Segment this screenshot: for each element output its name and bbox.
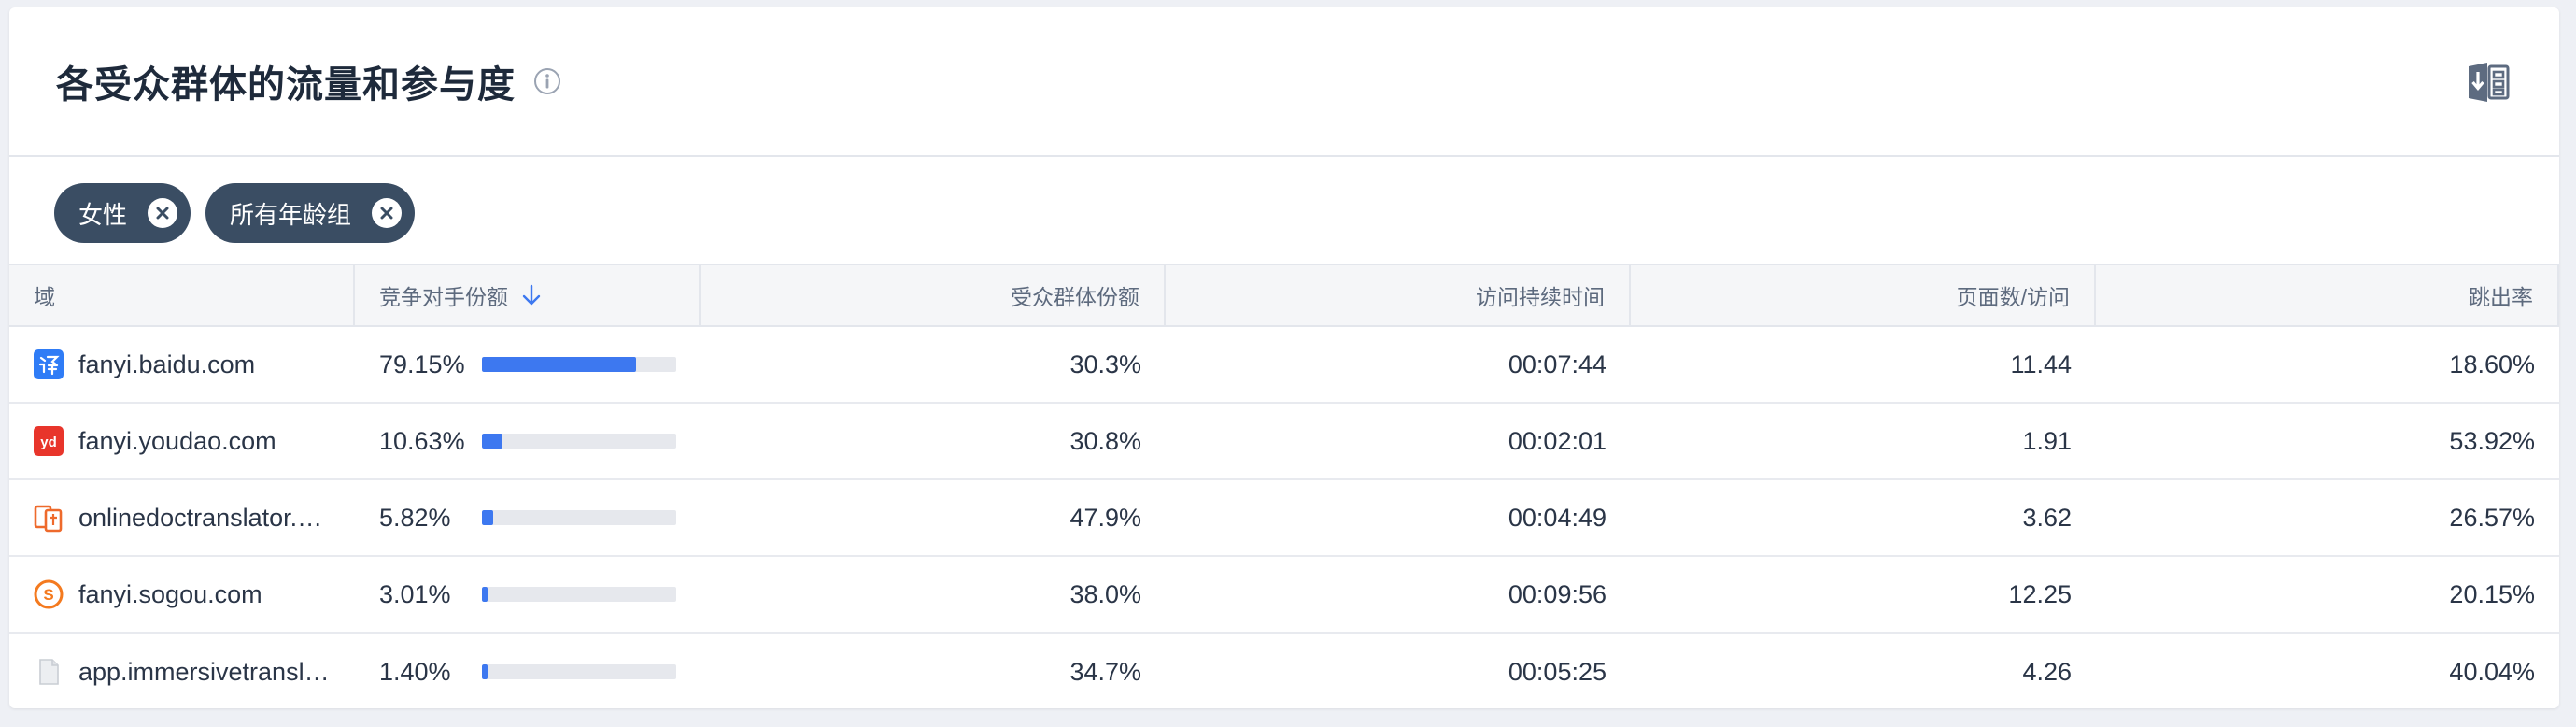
excel-export-icon[interactable] <box>2466 60 2511 105</box>
share-bar-track <box>482 434 676 449</box>
share-bar-track <box>482 357 676 372</box>
domain-link[interactable]: fanyi.sogou.com <box>78 580 262 609</box>
table-row[interactable]: onlinedoctranslator.com 5.82% 47.9% 00:0… <box>9 480 2559 557</box>
share-bar-fill <box>482 664 488 679</box>
domain-cell: yd fanyi.youdao.com <box>9 404 355 478</box>
audience-share-cell: 30.3% <box>1069 349 1141 378</box>
visit-duration-cell: 00:07:44 <box>1507 349 1606 378</box>
column-header-bounce-rate[interactable]: 跳出率 <box>2096 265 2559 325</box>
filter-chip-age[interactable]: 所有年龄组 <box>205 183 416 243</box>
share-bar-fill <box>482 587 488 602</box>
competitor-share-value: 3.01% <box>379 579 451 608</box>
bounce-rate-cell: 18.60% <box>2449 349 2535 378</box>
domain-cell: fanyi.baidu.com <box>9 327 355 402</box>
filter-chips: 女性 所有年龄组 <box>9 157 2559 269</box>
share-bar-fill <box>482 434 503 449</box>
generic-page-icon <box>34 657 64 687</box>
bounce-rate-cell: 40.04% <box>2449 657 2535 686</box>
competitor-share-cell: 1.40% <box>355 634 701 708</box>
svg-text:S: S <box>43 586 53 604</box>
table-header: 域 竞争对手份额 受众群体份额 访问持续时间 页面数/访问 跳出率 <box>9 264 2559 327</box>
arrow-down-icon[interactable] <box>521 284 542 306</box>
column-header-label: 竞争对手份额 <box>379 285 508 309</box>
visit-duration-cell: 00:09:56 <box>1507 579 1606 608</box>
table-row[interactable]: S fanyi.sogou.com 3.01% 38.0% 00:09:56 1… <box>9 557 2559 634</box>
baidu-translate-icon <box>34 349 64 379</box>
card-header: 各受众群体的流量和参与度 <box>9 7 2559 157</box>
share-bar-track <box>482 587 676 602</box>
column-header-competitor-share[interactable]: 竞争对手份额 <box>355 265 701 325</box>
engagement-table: 域 竞争对手份额 受众群体份额 访问持续时间 页面数/访问 跳出率 fanyi.… <box>9 264 2559 708</box>
domain-cell: app.immersivetranslate.com <box>9 634 355 708</box>
share-bar-fill <box>482 510 494 525</box>
sogou-icon: S <box>34 579 64 609</box>
visit-duration-cell: 00:04:49 <box>1507 503 1606 532</box>
domain-cell: S fanyi.sogou.com <box>9 557 355 632</box>
visit-duration-cell: 00:02:01 <box>1507 426 1606 455</box>
filter-chip-label: 女性 <box>78 200 128 229</box>
table-row[interactable]: yd fanyi.youdao.com 10.63% 30.8% 00:02:0… <box>9 404 2559 480</box>
competitor-share-cell: 5.82% <box>355 480 701 555</box>
info-circle-icon[interactable] <box>532 66 562 96</box>
page-title: 各受众群体的流量和参与度 <box>56 64 516 106</box>
audience-share-cell: 38.0% <box>1069 579 1141 608</box>
column-header-audience-share[interactable]: 受众群体份额 <box>701 265 1166 325</box>
share-bar-fill <box>482 357 636 372</box>
domain-link[interactable]: app.immersivetranslate.com <box>78 658 331 687</box>
competitor-share-value: 10.63% <box>379 426 465 455</box>
close-icon[interactable] <box>372 198 403 228</box>
competitor-share-value: 79.15% <box>379 349 465 378</box>
audience-share-cell: 30.8% <box>1069 426 1141 455</box>
onlinedoctranslator-icon <box>34 503 64 533</box>
competitor-share-cell: 3.01% <box>355 557 701 632</box>
bounce-rate-cell: 26.57% <box>2449 503 2535 532</box>
pages-per-visit-cell: 4.26 <box>2022 657 2072 686</box>
domain-link[interactable]: onlinedoctranslator.com <box>78 504 331 533</box>
share-bar-track <box>482 510 676 525</box>
close-icon[interactable] <box>148 198 178 228</box>
competitor-share-value: 1.40% <box>379 657 451 686</box>
competitor-share-cell: 10.63% <box>355 404 701 478</box>
filter-chip-gender[interactable]: 女性 <box>54 183 191 243</box>
table-row[interactable]: app.immersivetranslate.com 1.40% 34.7% 0… <box>9 634 2559 708</box>
youdao-icon: yd <box>34 426 64 456</box>
pages-per-visit-cell: 11.44 <box>2010 349 2072 378</box>
visit-duration-cell: 00:05:25 <box>1507 657 1606 686</box>
column-header-visit-duration[interactable]: 访问持续时间 <box>1166 265 1631 325</box>
pages-per-visit-cell: 12.25 <box>2008 579 2072 608</box>
pages-per-visit-cell: 1.91 <box>2022 426 2072 455</box>
audience-share-cell: 47.9% <box>1069 503 1141 532</box>
bounce-rate-cell: 20.15% <box>2449 579 2535 608</box>
share-bar-track <box>482 664 676 679</box>
competitor-share-cell: 79.15% <box>355 327 701 402</box>
competitor-share-value: 5.82% <box>379 503 451 532</box>
column-header-domain[interactable]: 域 <box>9 265 355 325</box>
domain-link[interactable]: fanyi.baidu.com <box>78 350 255 379</box>
column-header-pages-per-visit[interactable]: 页面数/访问 <box>1631 265 2096 325</box>
domain-link[interactable]: fanyi.youdao.com <box>78 427 276 456</box>
filter-chip-label: 所有年龄组 <box>230 200 352 229</box>
svg-text:yd: yd <box>40 435 57 450</box>
table-row[interactable]: fanyi.baidu.com 79.15% 30.3% 00:07:44 11… <box>9 327 2559 404</box>
bounce-rate-cell: 53.92% <box>2449 426 2535 455</box>
traffic-engagement-card: 各受众群体的流量和参与度 女性 所有年龄组 域 竞争对手份额 受众群体份额 访问… <box>9 7 2559 708</box>
domain-cell: onlinedoctranslator.com <box>9 480 355 555</box>
pages-per-visit-cell: 3.62 <box>2022 503 2072 532</box>
audience-share-cell: 34.7% <box>1069 657 1141 686</box>
